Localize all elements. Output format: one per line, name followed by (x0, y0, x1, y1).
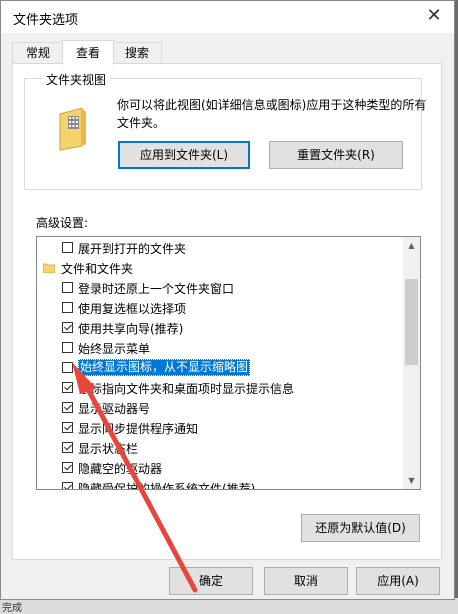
advanced-settings-list: 展开到打开的文件夹 文件和文件夹 登录时还原上一个文件夹窗口 使用复选框以选择项… (36, 236, 421, 490)
checkbox[interactable] (62, 342, 73, 353)
checkbox[interactable] (62, 422, 73, 433)
checkbox[interactable] (62, 302, 73, 313)
list-item[interactable]: 显示驱动器号 (37, 398, 403, 418)
ok-button[interactable]: 确定 (169, 567, 253, 595)
apply-to-folders-button[interactable]: 应用到文件夹(L) (118, 141, 250, 169)
checkbox[interactable] (62, 282, 73, 293)
list-item-label: 始终显示图标，从不显示缩略图 (78, 359, 251, 376)
reset-folders-button[interactable]: 重置文件夹(R) (269, 141, 403, 169)
checkbox[interactable] (62, 382, 73, 393)
list-item[interactable]: 隐藏受保护的操作系统文件(推荐) (37, 478, 403, 490)
list-item[interactable]: 展开到打开的文件夹 (37, 238, 403, 258)
list-item-label: 始终显示菜单 (78, 342, 151, 356)
close-icon[interactable]: ✕ (424, 6, 444, 26)
list-item-label: 鼠标指向文件夹和桌面项时显示提示信息 (78, 382, 295, 396)
list-item-label: 文件和文件夹 (61, 262, 134, 276)
scroll-down-icon[interactable]: ▼ (403, 472, 420, 489)
restore-defaults-button[interactable]: 还原为默认值(D) (301, 514, 420, 542)
tab-general[interactable]: 常规 (12, 42, 64, 63)
list-item-selected[interactable]: 始终显示图标，从不显示缩略图 (37, 358, 403, 378)
checkbox[interactable] (62, 482, 73, 489)
folder-view-icon (59, 107, 86, 151)
cancel-button[interactable]: 取消 (264, 567, 348, 595)
list-item-folder: 文件和文件夹 (37, 258, 403, 278)
folder-view-title: 文件夹视图 (42, 71, 111, 88)
list-item[interactable]: 始终显示菜单 (37, 338, 403, 358)
checkbox[interactable] (62, 462, 73, 473)
list-item[interactable]: 显示同步提供程序通知 (37, 418, 403, 438)
scroll-thumb[interactable] (405, 279, 418, 365)
checkbox[interactable] (62, 322, 73, 333)
list-item-label: 隐藏受保护的操作系统文件(推荐) (78, 482, 256, 490)
list-item[interactable]: 显示状态栏 (37, 438, 403, 458)
tab-view[interactable]: 查看 (62, 40, 114, 65)
list-item[interactable]: 鼠标指向文件夹和桌面项时显示提示信息 (37, 378, 403, 398)
folder-icon (43, 263, 55, 273)
list-item[interactable]: 使用复选框以选择项 (37, 298, 403, 318)
list-item-label: 展开到打开的文件夹 (78, 242, 187, 256)
apply-button[interactable]: 应用(A) (356, 567, 440, 595)
scroll-up-icon[interactable]: ▲ (403, 237, 420, 254)
vertical-scrollbar[interactable]: ▲ ▼ (403, 237, 420, 489)
list-item-label: 登录时还原上一个文件夹窗口 (78, 282, 235, 296)
background-status-text: 完成 (2, 603, 22, 614)
checkbox[interactable] (62, 242, 73, 253)
checkbox[interactable] (62, 402, 73, 413)
advanced-settings-label: 高级设置: (36, 216, 89, 230)
list-item-label: 显示同步提供程序通知 (78, 422, 199, 436)
background-status-bar: 完成 (0, 598, 458, 614)
tab-search[interactable]: 搜索 (112, 42, 162, 63)
list-item[interactable]: 使用共享向导(推荐) (37, 318, 403, 338)
title-bar: 文件夹选项 ✕ (1, 1, 454, 33)
list-item-label: 使用复选框以选择项 (78, 302, 187, 316)
folder-view-description: 你可以将此视图(如详细信息或图标)应用于这种类型的所有文件夹。 (117, 98, 427, 130)
checkbox[interactable] (62, 442, 73, 453)
list-item[interactable]: 隐藏空的驱动器 (37, 458, 403, 478)
checkbox[interactable] (62, 362, 73, 373)
list-item[interactable]: 登录时还原上一个文件夹窗口 (37, 278, 403, 298)
list-item-label: 使用共享向导(推荐) (78, 322, 184, 336)
window-title: 文件夹选项 (13, 13, 79, 28)
list-item-label: 隐藏空的驱动器 (78, 462, 163, 476)
list-item-label: 显示驱动器号 (78, 402, 151, 416)
list-item-label: 显示状态栏 (78, 442, 139, 456)
